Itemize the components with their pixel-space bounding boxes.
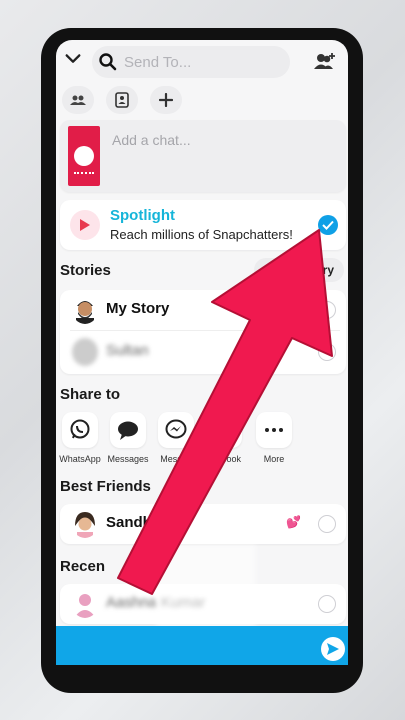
facebook-icon <box>206 412 242 448</box>
contact-card-icon <box>115 92 129 108</box>
add-chat-box[interactable]: Add a chat... <box>60 120 346 192</box>
plus-icon <box>159 93 173 107</box>
divider <box>70 330 340 331</box>
share-label: More <box>263 454 285 464</box>
groups-icon <box>70 95 86 105</box>
stories-header: Stories <box>60 262 111 279</box>
add-friend-icon[interactable] <box>312 50 338 72</box>
snap-preview-thumbnail <box>68 126 100 186</box>
more-icon <box>256 412 292 448</box>
spotlight-title: Spotlight <box>110 207 175 224</box>
send-bar <box>56 626 348 665</box>
best-friends-header: Best Friends <box>60 478 151 495</box>
list-item[interactable]: My Story <box>60 290 346 330</box>
groups-pill[interactable] <box>62 86 94 114</box>
add-pill[interactable] <box>150 86 182 114</box>
bitmoji-avatar <box>72 510 98 538</box>
share-to-row: WhatsApp Messages Messen acebook More <box>56 412 348 472</box>
spotlight-play-icon <box>70 210 100 240</box>
list-item[interactable]: Sandhy 💕 <box>60 504 346 544</box>
best-friend-radio[interactable] <box>318 515 336 533</box>
top-bar: Send To... <box>56 40 348 86</box>
share-to-header: Share to <box>60 386 121 403</box>
my-story-label: My Story <box>106 300 170 317</box>
chevron-down-icon[interactable] <box>64 50 82 68</box>
my-story-radio[interactable] <box>318 301 336 319</box>
spotlight-subtitle: Reach millions of Snapchatters! <box>110 227 293 242</box>
search-placeholder: Send To... <box>124 54 192 71</box>
thumbnail-logo <box>74 146 94 166</box>
search-input[interactable]: Send To... <box>92 46 290 78</box>
add-chat-placeholder: Add a chat... <box>112 132 191 148</box>
spotlight-row[interactable]: Spotlight Reach millions of Snapchatters… <box>60 200 346 250</box>
messages-icon <box>110 412 146 448</box>
send-to-screen: Send To... Add a chat... Spotlight Reach… <box>56 40 348 665</box>
bitmoji-avatar <box>72 296 98 324</box>
messenger-icon <box>158 412 194 448</box>
best-friend-label: Sandhy <box>106 514 161 531</box>
whatsapp-icon <box>62 412 98 448</box>
friend-emoji: 💕 <box>286 515 301 529</box>
best-friends-list: Sandhy 💕 <box>60 504 346 544</box>
recent-radio[interactable] <box>318 595 336 613</box>
contact-card-pill[interactable] <box>106 86 138 114</box>
recents-header: Recen <box>60 558 106 575</box>
spotlight-checkbox[interactable] <box>318 215 338 235</box>
send-button[interactable] <box>321 637 345 661</box>
new-story-button[interactable]: ory <box>254 258 344 282</box>
check-icon <box>322 220 334 230</box>
story-radio[interactable] <box>318 343 336 361</box>
new-story-label: ory <box>315 263 334 277</box>
search-icon <box>99 53 117 71</box>
send-arrow-icon <box>327 643 339 655</box>
avatar <box>72 590 98 618</box>
stories-list: My Story Sultan <box>60 290 346 374</box>
avatar <box>72 338 98 366</box>
thumbnail-dots <box>74 172 94 178</box>
list-item[interactable]: Sultan <box>60 332 346 372</box>
story-label: Sultan <box>106 342 149 359</box>
